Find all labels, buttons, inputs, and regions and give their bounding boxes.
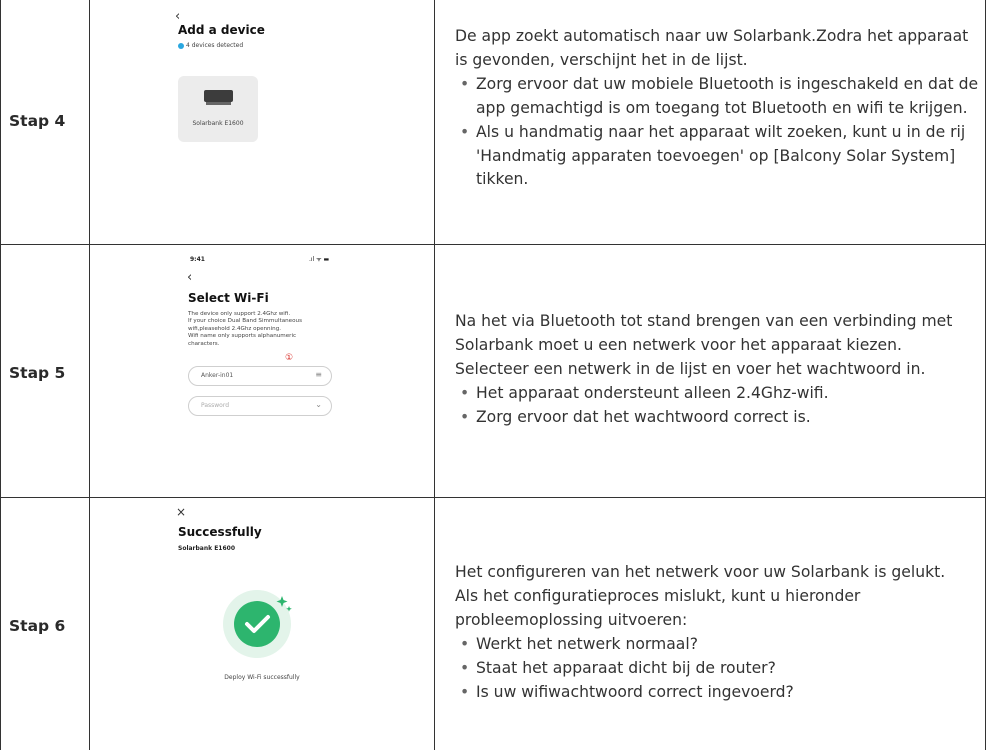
step-label: Stap 6 — [9, 617, 66, 635]
password-placeholder: Password — [201, 402, 230, 409]
network-value: Anker-in01 — [201, 372, 234, 379]
status-time: 9:41 — [190, 256, 205, 263]
description-paragraph: Als het configuratieproces mislukt, kunt… — [455, 586, 861, 629]
description-paragraph: De app zoekt automatisch naar uw Solarba… — [455, 27, 969, 69]
bullet-item: Werkt het netwerk normaal? — [455, 633, 980, 657]
info-line: Wifi name only supports alphanumeric — [188, 333, 297, 340]
success-message: Deploy Wi-Fi successfully — [224, 674, 300, 681]
device-icon-base — [206, 102, 231, 105]
solarbank-device-icon — [204, 90, 233, 102]
step-description: Het configureren van het netwerk voor uw… — [455, 561, 980, 704]
description-paragraph: Het configureren van het netwerk voor uw… — [455, 563, 946, 581]
column-divider-2 — [434, 0, 435, 750]
description-bullets: Werkt het netwerk normaal? Staat het app… — [455, 633, 980, 705]
info-text: The device only support 2.4Ghz wifi. If … — [188, 311, 302, 348]
bullet-item: Staat het apparaat dicht bij de router? — [455, 657, 980, 681]
chevron-down-icon[interactable]: ⌄ — [315, 400, 322, 409]
bullet-item: Als u handmatig naar het apparaat wilt z… — [455, 121, 980, 193]
device-name: Solarbank E1600 — [192, 120, 244, 127]
device-card[interactable]: Solarbank E1600 — [178, 76, 258, 142]
table-border-left — [0, 0, 1, 750]
bullet-item: Is uw wifiwachtwoord correct ingevoerd? — [455, 681, 980, 705]
info-line: The device only support 2.4Ghz wifi. — [188, 311, 291, 317]
description-paragraph: Na het via Bluetooth tot stand brengen v… — [455, 312, 953, 378]
description-bullets: Het apparaat ondersteunt alleen 2.4Ghz-w… — [455, 382, 980, 430]
password-field[interactable]: Password ⌄ — [188, 396, 332, 416]
step-description: Na het via Bluetooth tot stand brengen v… — [455, 310, 980, 430]
info-line: wifi,pleasehold 2.4Ghz openning. — [188, 325, 282, 332]
table-border-right — [985, 0, 986, 750]
device-subtitle: Solarbank E1600 — [178, 545, 235, 552]
success-check-icon — [223, 590, 292, 658]
devices-detected-text: 4 devices detected — [186, 42, 244, 49]
step-description: De app zoekt automatisch naar uw Solarba… — [455, 25, 980, 192]
close-icon[interactable]: × — [176, 505, 186, 519]
step-label: Stap 5 — [9, 364, 66, 382]
description-bullets: Zorg ervoor dat uw mobiele Bluetooth is … — [455, 73, 980, 193]
column-divider-1 — [89, 0, 90, 750]
signal-wifi-battery-icon: .ıl ᯤ ▬ — [309, 256, 330, 263]
phone-screenshot-success: × Successfully Solarbank E1600 Deploy Wi… — [172, 498, 352, 750]
screen-title: Successfully — [178, 525, 262, 539]
info-line: characters. — [188, 340, 220, 347]
bullet-item: Zorg ervoor dat het wachtwoord correct i… — [455, 406, 980, 430]
bullet-item: Zorg ervoor dat uw mobiele Bluetooth is … — [455, 73, 980, 121]
screen-title: Select Wi-Fi — [188, 291, 269, 305]
phone-screenshot-select-wifi: 9:41 .ıl ᯤ ▬ ‹ Select Wi-Fi The device o… — [172, 245, 352, 497]
network-field[interactable]: Anker-in01 ≡ — [188, 366, 332, 386]
chevron-left-icon[interactable]: ‹ — [175, 10, 180, 23]
list-icon[interactable]: ≡ — [315, 370, 322, 379]
row-divider-2 — [0, 497, 986, 498]
chevron-left-icon[interactable]: ‹ — [187, 271, 192, 284]
step-label: Stap 4 — [9, 112, 66, 130]
screen-title: Add a device — [178, 23, 265, 37]
callout-marker: ① — [285, 353, 294, 363]
info-line: If your choice Dual Band Simmultaneous — [188, 318, 302, 325]
phone-screenshot-add-device: ‹ Add a device 4 devices detected Solarb… — [172, 0, 352, 244]
row-divider-1 — [0, 244, 986, 245]
bullet-item: Het apparaat ondersteunt alleen 2.4Ghz-w… — [455, 382, 980, 406]
check-dot-icon — [178, 43, 184, 49]
